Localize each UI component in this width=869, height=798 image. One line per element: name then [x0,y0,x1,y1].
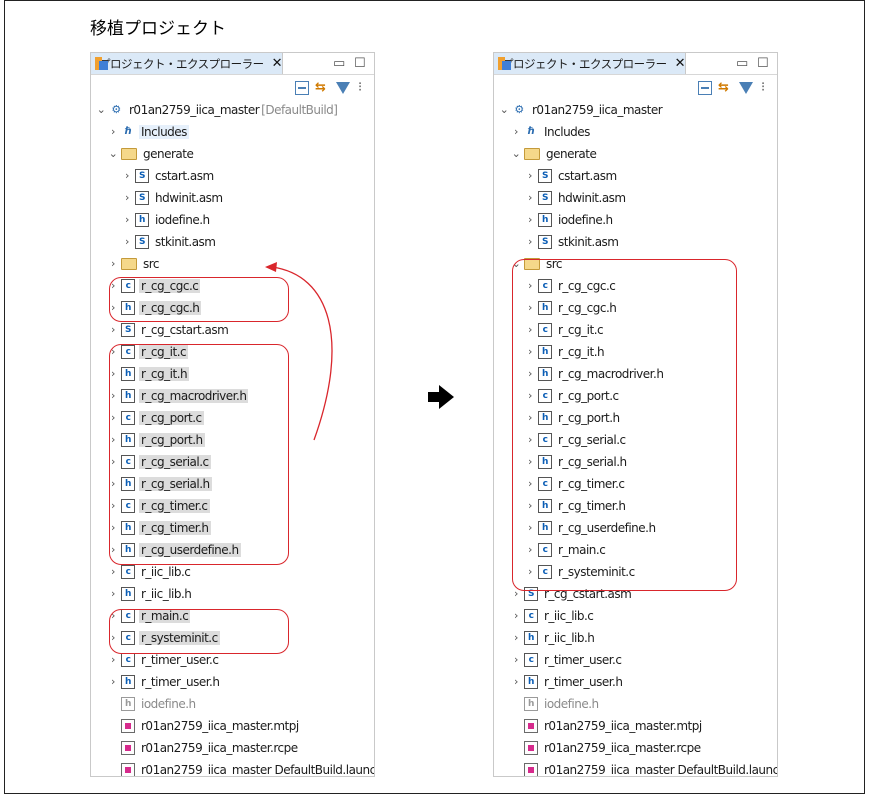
move-arrowhead [265,262,277,272]
move-arrow-path [271,266,333,441]
right-arrow-icon [428,385,454,409]
